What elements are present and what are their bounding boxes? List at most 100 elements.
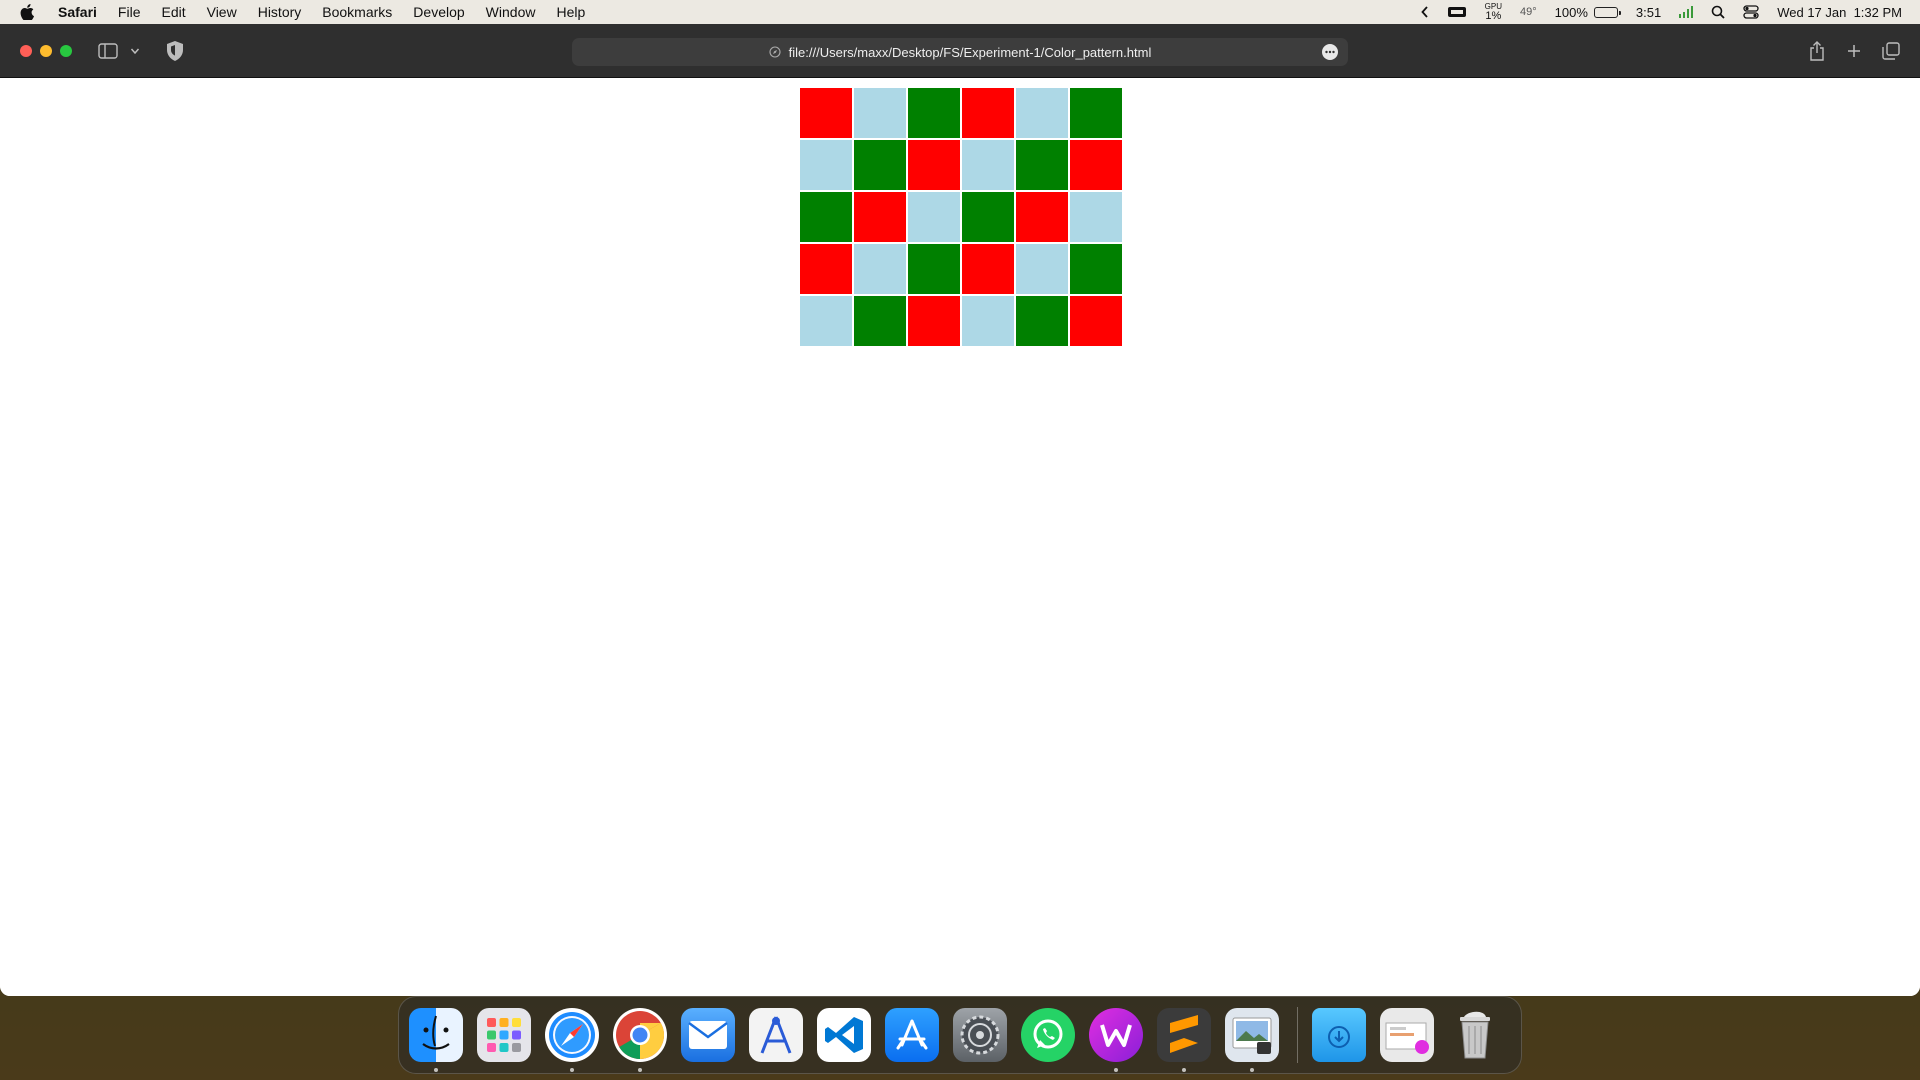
- pattern-cell: [1016, 296, 1068, 346]
- new-tab-icon[interactable]: [1843, 40, 1865, 62]
- pattern-row: [800, 140, 1122, 190]
- pattern-cell: [854, 140, 906, 190]
- menu-edit[interactable]: Edit: [161, 4, 185, 20]
- chevron-down-icon[interactable]: [128, 40, 142, 62]
- menu-develop[interactable]: Develop: [413, 4, 464, 20]
- url-text[interactable]: file:///Users/maxx/Desktop/FS/Experiment…: [789, 45, 1152, 60]
- menu-bar: Safari File Edit View History Bookmarks …: [0, 0, 1920, 24]
- pattern-cell: [1070, 88, 1122, 138]
- pattern-cell: [800, 88, 852, 138]
- menu-view[interactable]: View: [207, 4, 237, 20]
- pattern-cell: [1016, 244, 1068, 294]
- system-settings-icon[interactable]: [953, 1008, 1007, 1062]
- vscode-icon[interactable]: [817, 1008, 871, 1062]
- whatsapp-icon[interactable]: [1021, 1008, 1075, 1062]
- safari-icon[interactable]: [545, 1008, 599, 1072]
- pattern-cell: [854, 192, 906, 242]
- chevron-left-icon[interactable]: [1420, 6, 1429, 18]
- menu-bookmarks[interactable]: Bookmarks: [322, 4, 392, 20]
- menu-help[interactable]: Help: [556, 4, 585, 20]
- fullscreen-window-button[interactable]: [60, 45, 72, 57]
- instruments-icon[interactable]: [749, 1008, 803, 1062]
- more-options-icon[interactable]: [1322, 44, 1338, 60]
- minimize-window-button[interactable]: [40, 45, 52, 57]
- running-indicator: [1114, 1068, 1118, 1072]
- pattern-cell: [962, 296, 1014, 346]
- pattern-cell: [908, 192, 960, 242]
- close-window-button[interactable]: [20, 45, 32, 57]
- sidebar-toggle-icon[interactable]: [97, 40, 119, 62]
- pattern-row: [800, 192, 1122, 242]
- pattern-cell: [1070, 140, 1122, 190]
- downloads-folder-icon[interactable]: [1312, 1008, 1366, 1062]
- temperature-readout[interactable]: 49°: [1520, 6, 1537, 18]
- preview-icon[interactable]: [1225, 1008, 1279, 1072]
- running-indicator: [434, 1068, 438, 1072]
- dock-separator: [1297, 1007, 1298, 1063]
- menu-history[interactable]: History: [258, 4, 302, 20]
- pattern-cell: [800, 244, 852, 294]
- pattern-cell: [962, 244, 1014, 294]
- battery-percent: 100%: [1554, 4, 1588, 20]
- pattern-cell: [854, 88, 906, 138]
- pattern-row: [800, 88, 1122, 138]
- pattern-cell: [908, 140, 960, 190]
- sublime-text-icon[interactable]: [1157, 1008, 1211, 1072]
- battery-icon: [1593, 6, 1621, 18]
- safari-window: file:///Users/maxx/Desktop/FS/Experiment…: [0, 24, 1920, 996]
- pattern-cell: [908, 244, 960, 294]
- trash-icon[interactable]: [1448, 1008, 1502, 1062]
- pattern-row: [800, 296, 1122, 346]
- menu-app-name[interactable]: Safari: [58, 4, 97, 20]
- browser-toolbar: file:///Users/maxx/Desktop/FS/Experiment…: [0, 24, 1920, 78]
- pattern-cell: [962, 88, 1014, 138]
- pattern-cell: [800, 192, 852, 242]
- dock: [398, 996, 1522, 1074]
- share-icon[interactable]: [1806, 40, 1828, 62]
- finder-icon[interactable]: [409, 1008, 463, 1072]
- gpu-value: 1%: [1485, 10, 1502, 22]
- battery-time[interactable]: 3:51: [1636, 5, 1661, 20]
- apple-menu-icon[interactable]: [20, 4, 36, 20]
- color-pattern-table: [798, 86, 1124, 348]
- menu-window[interactable]: Window: [486, 4, 536, 20]
- pattern-cell: [908, 88, 960, 138]
- app-store-icon[interactable]: [885, 1008, 939, 1062]
- spotlight-search-icon[interactable]: [1711, 5, 1725, 19]
- mail-icon[interactable]: [681, 1008, 735, 1062]
- pattern-cell: [1016, 88, 1068, 138]
- pattern-cell: [1016, 192, 1068, 242]
- pattern-cell: [854, 296, 906, 346]
- running-indicator: [638, 1068, 642, 1072]
- pattern-cell: [800, 140, 852, 190]
- pattern-row: [800, 244, 1122, 294]
- recent-documents-icon[interactable]: [1380, 1008, 1434, 1062]
- running-indicator: [1250, 1068, 1254, 1072]
- web-page: [0, 78, 1920, 996]
- pattern-cell: [1070, 192, 1122, 242]
- pattern-cell: [1016, 140, 1068, 190]
- chrome-icon[interactable]: [613, 1008, 667, 1072]
- menu-file[interactable]: File: [118, 4, 141, 20]
- pattern-cell: [962, 140, 1014, 190]
- running-indicator: [1182, 1068, 1186, 1072]
- privacy-report-icon[interactable]: [164, 40, 186, 62]
- signal-icon[interactable]: [1679, 6, 1694, 18]
- launchpad-icon[interactable]: [477, 1008, 531, 1062]
- window-controls: [20, 45, 72, 57]
- pattern-cell: [1070, 296, 1122, 346]
- pattern-cell: [908, 296, 960, 346]
- address-bar[interactable]: file:///Users/maxx/Desktop/FS/Experiment…: [572, 38, 1348, 66]
- running-indicator: [570, 1068, 574, 1072]
- battery-status[interactable]: 100%: [1554, 4, 1621, 20]
- pattern-cell: [800, 296, 852, 346]
- pattern-cell: [962, 192, 1014, 242]
- compass-icon: [769, 46, 781, 58]
- status-app-icon[interactable]: [1447, 5, 1467, 19]
- clock[interactable]: Wed 17 Jan 1:32 PM: [1777, 5, 1902, 20]
- gpu-monitor[interactable]: GPU 1%: [1485, 2, 1502, 22]
- pattern-cell: [1070, 244, 1122, 294]
- wps-office-icon[interactable]: [1089, 1008, 1143, 1072]
- tab-overview-icon[interactable]: [1880, 40, 1902, 62]
- control-center-icon[interactable]: [1743, 5, 1759, 19]
